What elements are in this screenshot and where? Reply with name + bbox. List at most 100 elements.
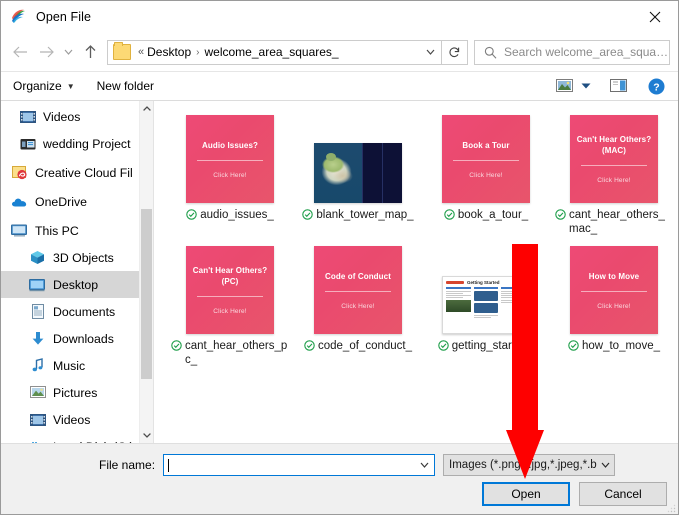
file-name: code_of_conduct_ <box>318 340 412 352</box>
card-divider <box>581 165 647 166</box>
videos-folder-icon <box>19 108 36 125</box>
sidebar-scrollbar[interactable] <box>139 101 153 443</box>
filename-dropdown-icon[interactable] <box>414 455 434 475</box>
cancel-button[interactable]: Cancel <box>579 482 667 506</box>
doc-line <box>446 295 471 297</box>
view-dropdown-icon[interactable] <box>578 74 594 98</box>
sidebar-item-label: Music <box>53 358 86 373</box>
videos-icon <box>29 411 46 428</box>
organize-menu[interactable]: Organize ▼ <box>13 79 75 93</box>
preview-pane-icon[interactable] <box>604 74 632 98</box>
view-layout-icon[interactable] <box>550 74 578 98</box>
doc-heading-bar <box>473 287 499 289</box>
sync-ok-icon <box>438 340 449 354</box>
sidebar-item-videos[interactable]: Videos <box>1 406 153 433</box>
sidebar-item-creative-cloud[interactable]: Creative Cloud Fil <box>1 159 153 186</box>
scrollbar-thumb[interactable] <box>141 209 152 379</box>
doc-image <box>473 291 499 301</box>
card-divider <box>453 159 519 161</box>
card-divider <box>197 296 263 297</box>
back-icon[interactable] <box>7 39 33 65</box>
card-subtitle: Click Here! <box>597 177 631 184</box>
sidebar-item-this-pc[interactable]: This PC <box>1 217 153 244</box>
file-item[interactable]: blank_tower_map_ <box>294 111 422 236</box>
doc-line <box>501 299 519 301</box>
breadcrumb-overflow[interactable]: « <box>135 46 147 58</box>
breadcrumb-segment-current[interactable]: welcome_area_squares_ <box>205 45 339 59</box>
file-label: book_a_tour_ <box>424 208 548 223</box>
file-name: audio_issues_ <box>200 209 274 221</box>
pink-card-thumbnail: Can't Hear Others? (PC) Click Here! <box>186 246 274 334</box>
sync-ok-icon <box>568 340 579 354</box>
file-label: code_of_conduct_ <box>296 339 420 354</box>
filename-label: File name: <box>99 458 156 472</box>
file-item[interactable]: Getting Started getting_started_ <box>422 242 550 367</box>
thumbnail: How to Move Click Here! <box>570 242 658 334</box>
card-title: Can't Hear Others? (PC) <box>192 266 268 286</box>
filename-row: File name: Images (*.png,*.jpg,*.jpeg,*.… <box>99 454 669 476</box>
search-box[interactable]: Search welcome_area_squar... <box>474 39 670 65</box>
up-one-level-icon[interactable] <box>77 39 103 65</box>
sidebar-item-local-disk[interactable]: Local Disk (C:) <box>1 433 153 443</box>
doc-column <box>501 287 527 320</box>
sidebar-item-label: wedding Project <box>43 136 131 151</box>
card-divider <box>581 290 647 292</box>
file-item[interactable]: How to Move Click Here! how_to_move_ <box>550 242 678 367</box>
card-subtitle: Click Here! <box>213 171 247 179</box>
breadcrumb-segment-desktop[interactable]: Desktop <box>147 45 191 59</box>
filter-dropdown-icon[interactable] <box>597 455 614 475</box>
sidebar-item-label: Videos <box>43 109 81 124</box>
forward-icon[interactable] <box>33 39 59 65</box>
pictures-icon <box>29 384 46 401</box>
sidebar-item-downloads[interactable]: Downloads <box>1 325 153 352</box>
file-item[interactable]: Can't Hear Others? (PC) Click Here! cant… <box>166 242 294 367</box>
sync-ok-icon <box>302 209 314 223</box>
sidebar-item-videos-quick[interactable]: Videos <box>1 103 153 130</box>
sidebar-item-label: Pictures <box>53 385 98 400</box>
card-title: Code of Conduct <box>325 271 391 281</box>
scroll-up-icon[interactable] <box>140 101 153 116</box>
recent-locations-icon[interactable] <box>59 39 77 65</box>
sidebar-item-label: This PC <box>35 223 79 238</box>
thumbnail: Book a Tour Click Here! <box>442 111 530 203</box>
sidebar-item-music[interactable]: Music <box>1 352 153 379</box>
search-icon <box>484 46 497 59</box>
sidebar-item-desktop[interactable]: Desktop <box>1 271 153 298</box>
pink-card-thumbnail: How to Move Click Here! <box>570 246 658 334</box>
file-list-view[interactable]: Audio Issues? Click Here! audio_issues_ <box>154 101 678 443</box>
file-item[interactable]: Book a Tour Click Here! book_a_tour_ <box>422 111 550 236</box>
file-type-filter-combo[interactable]: Images (*.png,*.jpg,*.jpeg,*.bmp <box>443 454 616 476</box>
file-label: getting_started_ <box>424 339 548 354</box>
sidebar-item-3d-objects[interactable]: 3D Objects <box>1 244 153 271</box>
address-dropdown-icon[interactable] <box>419 41 441 64</box>
scroll-down-icon[interactable] <box>140 428 153 443</box>
file-item[interactable]: Can't Hear Others? (MAC) Click Here! can… <box>550 111 678 236</box>
card-subtitle: Click Here! <box>597 302 631 310</box>
refresh-button[interactable] <box>442 39 468 65</box>
file-name: cant_hear_others_pc_ <box>185 340 288 366</box>
close-button[interactable] <box>632 1 678 32</box>
file-item[interactable]: Audio Issues? Click Here! audio_issues_ <box>166 111 294 236</box>
new-folder-button[interactable]: New folder <box>97 79 154 93</box>
card-title: How to Move <box>588 271 640 281</box>
sidebar-item-label: OneDrive <box>35 194 87 209</box>
thumbnail: Can't Hear Others? (MAC) Click Here! <box>570 111 658 203</box>
resize-grip[interactable] <box>666 502 676 513</box>
help-icon[interactable]: ? <box>642 74 670 98</box>
open-button[interactable]: Open <box>482 482 570 506</box>
sidebar-item-onedrive[interactable]: OneDrive <box>1 188 153 215</box>
sidebar-item-wedding-project[interactable]: wedding Project <box>1 130 153 157</box>
search-placeholder: Search welcome_area_squar... <box>504 45 669 59</box>
doc-column <box>446 287 471 320</box>
doc-line <box>501 290 527 292</box>
doc-heading-bar <box>446 287 471 289</box>
filename-input[interactable] <box>163 454 436 476</box>
file-item[interactable]: Code of Conduct Click Here! code_of_cond… <box>294 242 422 367</box>
doc-line <box>446 290 471 292</box>
sidebar-item-pictures[interactable]: Pictures <box>1 379 153 406</box>
sidebar-item-documents[interactable]: Documents <box>1 298 153 325</box>
downloads-icon <box>29 330 46 347</box>
address-bar[interactable]: « Desktop › welcome_area_squares_ <box>107 39 442 65</box>
file-type-filter-value: Images (*.png,*.jpg,*.jpeg,*.bmp <box>449 459 598 471</box>
breadcrumb-separator: › <box>196 46 200 58</box>
